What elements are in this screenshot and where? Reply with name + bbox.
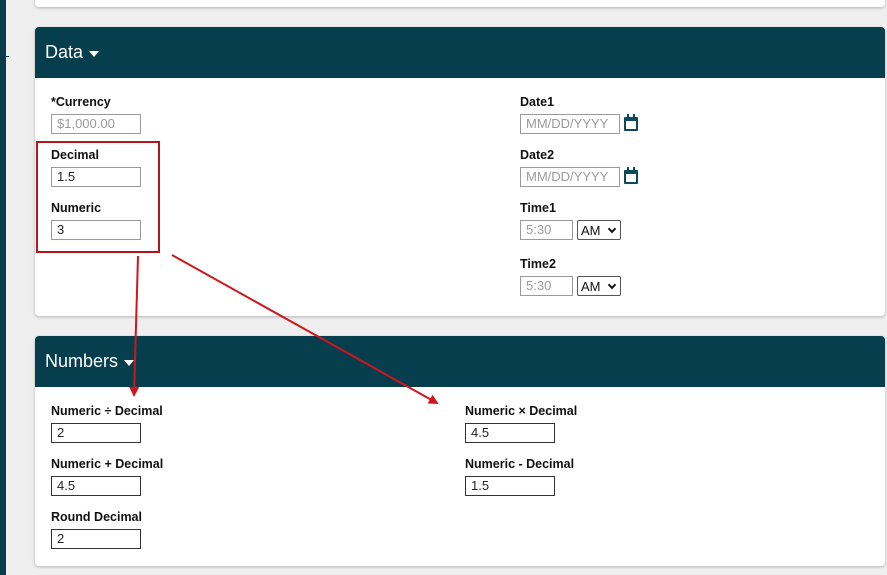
- previous-panel-card: [35, 0, 885, 7]
- currency-field: *Currency $1,000.00: [51, 95, 141, 134]
- currency-input[interactable]: $1,000.00: [51, 114, 141, 134]
- multiply-label: Numeric × Decimal: [465, 404, 578, 418]
- plus-field: Numeric + Decimal 4.5: [51, 457, 163, 496]
- numbers-panel-header[interactable]: Numbers: [35, 336, 885, 387]
- numbers-panel: Numbers: [35, 336, 885, 566]
- chevron-down-icon: [607, 280, 617, 290]
- time2-field: Time2 5:30 AM: [520, 257, 621, 296]
- calendar-icon[interactable]: [624, 167, 638, 184]
- date2-field: Date2 MM/DD/YYYY: [520, 148, 638, 187]
- date2-input[interactable]: MM/DD/YYYY: [520, 167, 620, 187]
- divide-field: Numeric ÷ Decimal 2: [51, 404, 163, 443]
- caret-down-icon[interactable]: [124, 359, 135, 366]
- divide-input[interactable]: 2: [51, 423, 141, 443]
- date1-label: Date1: [520, 95, 555, 109]
- minus-field: Numeric - Decimal 1.5: [465, 457, 574, 496]
- multiply-field: Numeric × Decimal 4.5: [465, 404, 577, 443]
- time1-ampm-select[interactable]: AM: [577, 220, 621, 240]
- data-panel-header[interactable]: Data: [35, 27, 885, 78]
- annotation-highlight-box: [36, 141, 160, 253]
- numbers-panel-title: Numbers: [45, 351, 119, 371]
- date1-field: Date1 MM/DD/YYYY: [520, 95, 638, 134]
- round-input[interactable]: 2: [51, 529, 141, 549]
- time1-input[interactable]: 5:30: [520, 220, 573, 240]
- divide-label: Numeric ÷ Decimal: [51, 404, 163, 418]
- time2-label: Time2: [520, 257, 556, 271]
- plus-label: Numeric + Decimal: [51, 457, 164, 471]
- date2-label: Date2: [520, 148, 555, 162]
- multiply-input[interactable]: 4.5: [465, 423, 555, 443]
- time2-input[interactable]: 5:30: [520, 276, 573, 296]
- round-label: Round Decimal: [51, 510, 142, 524]
- minus-input[interactable]: 1.5: [465, 476, 555, 496]
- data-panel-title: Data: [45, 42, 84, 62]
- time1-ampm-value: AM: [581, 222, 601, 238]
- round-field: Round Decimal 2: [51, 510, 142, 549]
- time2-ampm-value: AM: [581, 278, 601, 294]
- time1-field: Time1 5:30 AM: [520, 201, 621, 240]
- calendar-icon[interactable]: [624, 114, 638, 131]
- time1-label: Time1: [520, 201, 556, 215]
- date1-input[interactable]: MM/DD/YYYY: [520, 114, 620, 134]
- minus-label: Numeric - Decimal: [465, 457, 575, 471]
- left-nav-rail: [0, 0, 9, 575]
- chevron-down-icon: [607, 224, 617, 234]
- time2-ampm-select[interactable]: AM: [577, 276, 621, 296]
- caret-down-icon[interactable]: [89, 50, 100, 57]
- data-panel: Data: [35, 27, 885, 316]
- plus-input[interactable]: 4.5: [51, 476, 141, 496]
- currency-label: *Currency: [51, 95, 111, 109]
